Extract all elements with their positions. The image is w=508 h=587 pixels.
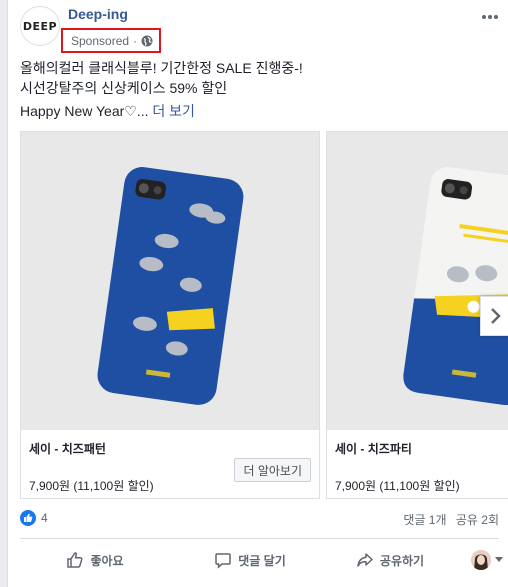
share-count-link[interactable]: 공유 2회 [456, 513, 499, 527]
post-text: 올해의컬러 클래식블루! 기간한정 SALE 진행중-! 시선강탈주의 신상케이… [20, 58, 500, 98]
comment-bubble-icon [215, 553, 231, 569]
post-stats: 4 댓글 1개 공유 2회 [20, 508, 499, 528]
comment-count-link[interactable]: 댓글 1개 [403, 513, 446, 527]
chevron-right-icon [490, 308, 501, 324]
action-divider [20, 538, 499, 539]
comment-button-label: 댓글 달기 [238, 553, 286, 568]
avatar-logo-text: DEEP [22, 19, 58, 33]
reaction-profile-selector[interactable] [450, 544, 508, 576]
share-arrow-icon [357, 553, 373, 567]
page-avatar[interactable]: DEEP [20, 6, 60, 46]
share-button-label: 공유하기 [379, 553, 425, 568]
learn-more-button[interactable]: 더 알아보기 [234, 458, 311, 482]
like-button[interactable]: 좋아요 [20, 544, 170, 576]
like-reaction-icon[interactable] [20, 510, 36, 526]
reaction-count[interactable]: 4 [41, 511, 48, 525]
thumbs-up-outline-icon [67, 552, 83, 568]
phone-case-image [21, 132, 319, 430]
product-price: 7,900원 (11,100원 할인) [335, 479, 460, 493]
product-card[interactable]: 세이 - 치즈패턴 7,900원 (11,100원 할인) 더 알아보기 [20, 131, 320, 499]
feed-post: DEEP Deep-ing Sponsored · 올해의컬러 클래식블루! 기… [7, 0, 508, 587]
see-more-link[interactable]: 더 보기 [152, 103, 195, 119]
product-title[interactable]: 세이 - 치즈파티 [335, 440, 412, 457]
sponsored-text: Sponsored [71, 33, 130, 48]
comment-button[interactable]: 댓글 달기 [170, 544, 330, 576]
sponsored-label[interactable]: Sponsored · [61, 28, 161, 53]
product-image[interactable] [21, 132, 319, 430]
caret-down-icon [495, 557, 503, 562]
product-carousel: 세이 - 치즈패턴 7,900원 (11,100원 할인) 더 알아보기 세이 … [20, 131, 508, 500]
page-name-link[interactable]: Deep-ing [68, 6, 128, 22]
engagement-counts: 댓글 1개 공유 2회 [403, 511, 499, 528]
separator-dot: · [133, 33, 138, 48]
carousel-next-button[interactable] [480, 296, 508, 336]
share-button[interactable]: 공유하기 [330, 544, 450, 576]
post-action-bar: 좋아요 댓글 달기 공유하기 [20, 542, 508, 578]
thumbs-up-icon [24, 513, 33, 522]
phone-case-image [327, 132, 508, 430]
product-price: 7,900원 (11,100원 할인) [29, 479, 154, 493]
like-button-label: 좋아요 [90, 553, 124, 568]
post-text-line-3: Happy New Year♡... 더 보기 [20, 101, 195, 121]
happy-text: Happy New Year♡... [20, 103, 149, 119]
post-text-line-2: 시선강탈주의 신상케이스 59% 할인 [20, 80, 228, 96]
post-text-line-1: 올해의컬러 클래식블루! 기간한정 SALE 진행중-! [20, 60, 303, 76]
product-image[interactable] [327, 132, 508, 430]
post-options-icon[interactable] [480, 10, 500, 24]
globe-icon [141, 35, 153, 46]
user-avatar [471, 550, 491, 570]
product-title[interactable]: 세이 - 치즈패턴 [29, 440, 106, 457]
